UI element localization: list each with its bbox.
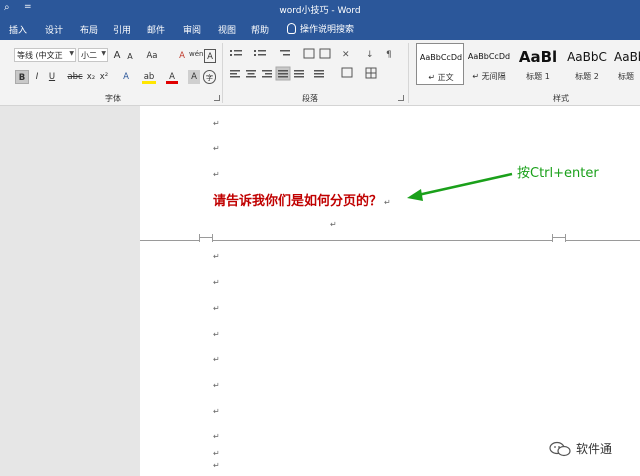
tab-references[interactable]: 引用 — [113, 23, 131, 36]
svg-text:↓: ↓ — [366, 50, 374, 60]
italic-button[interactable]: I — [31, 70, 43, 84]
text-effects-button[interactable]: A — [120, 70, 132, 84]
style-sample: AaBbCcDd — [467, 52, 511, 61]
style-sample: AaBl — [518, 48, 558, 66]
page-corner-mark — [552, 237, 566, 242]
group-divider — [222, 43, 223, 103]
watermark-text: 软件通 — [576, 442, 613, 456]
change-case-button[interactable]: Aa — [144, 49, 160, 63]
paragraph-mark: ↵ — [330, 220, 337, 229]
paragraph-mark: ↵ — [213, 432, 220, 441]
clear-format-button[interactable]: A — [176, 49, 188, 63]
paragraph-mark: ↵ — [213, 355, 220, 364]
tab-design[interactable]: 设计 — [45, 23, 63, 36]
style-title[interactable]: AaBb 标题 — [612, 43, 640, 85]
enclose-characters-button[interactable]: 字 — [203, 70, 216, 84]
font-size-value: 小二 — [81, 51, 97, 60]
font-name-value: 等线 (中文正 — [17, 51, 63, 60]
style-normal[interactable]: AaBbCcDd ↵ 正文 — [416, 43, 464, 85]
paragraph-mark: ↵ — [213, 304, 220, 313]
paragraph-mark: ↵ — [213, 170, 220, 179]
svg-text:✕: ✕ — [342, 50, 350, 60]
chevron-down-icon: ▼ — [69, 50, 74, 57]
tab-help[interactable]: 帮助 — [251, 23, 269, 36]
style-name: 标题 — [618, 72, 634, 81]
shrink-font-button[interactable]: A — [124, 50, 136, 64]
page-corner-mark — [199, 237, 213, 242]
paragraph-mark: ↵ — [213, 119, 220, 128]
watermark: 软件通 — [549, 440, 612, 457]
style-heading-2[interactable]: AaBbC 标题 2 — [563, 43, 611, 85]
chevron-down-icon: ▼ — [101, 50, 106, 57]
styles-gallery: AaBbCcDd ↵ 正文 AaBbCcDd ↵ 无间隔 AaBl 标题 1 A… — [412, 43, 640, 88]
font-size-combo[interactable]: 小二 ▼ — [78, 48, 108, 62]
tab-insert[interactable]: 插入 — [9, 23, 27, 36]
paragraph-mark: ↵ — [213, 252, 220, 261]
tell-me-search[interactable]: 操作说明搜索 — [287, 22, 354, 35]
paragraph-group-label: 段落 — [302, 94, 318, 103]
style-sample: AaBbC — [567, 50, 607, 64]
window-title: word小技巧 - Word — [279, 6, 361, 16]
font-dialog-launcher-icon[interactable] — [214, 95, 220, 101]
style-name: 标题 2 — [575, 72, 599, 81]
ribbon-tabs: 插入 设计 布局 引用 邮件 审阅 视图 帮助 操作说明搜索 — [0, 18, 640, 40]
font-name-combo[interactable]: 等线 (中文正 ▼ — [14, 48, 76, 62]
paragraph-dialog-launcher-icon[interactable] — [398, 95, 404, 101]
style-name: 标题 1 — [526, 72, 550, 81]
font-color-button[interactable]: A — [166, 70, 178, 84]
paragraph-mark: ↵ — [213, 144, 220, 153]
style-name: ↵ 无间隔 — [472, 72, 506, 81]
wechat-icon — [549, 441, 571, 456]
lightbulb-icon — [287, 23, 296, 34]
paragraph-mark: ↵ — [213, 381, 220, 390]
tab-mailings[interactable]: 邮件 — [147, 23, 165, 36]
style-sample: AaBbCcDd — [419, 53, 463, 62]
style-sample: AaBb — [614, 50, 640, 64]
grow-font-button[interactable]: A — [111, 49, 123, 63]
font-group-label: 字体 — [105, 94, 121, 103]
style-heading-1[interactable]: AaBl 标题 1 — [514, 43, 562, 85]
character-border-button[interactable]: A — [204, 49, 216, 63]
tab-layout[interactable]: 布局 — [80, 23, 98, 36]
style-name: ↵ 正文 — [428, 73, 454, 82]
paragraph-mark: ↵ — [213, 449, 220, 458]
svg-text:¶: ¶ — [386, 50, 392, 60]
tell-me-label: 操作说明搜索 — [300, 25, 355, 35]
phonetic-guide-button[interactable]: wén — [189, 47, 203, 61]
paragraph-mark: ↵ — [213, 330, 220, 339]
style-no-spacing[interactable]: AaBbCcDd ↵ 无间隔 — [465, 43, 513, 85]
paragraph-tools: ✕ ↓ ¶ — [230, 48, 392, 81]
paragraph-mark: ↵ — [384, 198, 391, 207]
strikethrough-button[interactable]: abc — [67, 70, 83, 84]
styles-group-label: 样式 — [553, 94, 569, 103]
highlight-button[interactable]: ab — [142, 70, 156, 84]
title-bar: ⌕ = word小技巧 - Word — [0, 0, 640, 18]
subscript-button[interactable]: x₂ — [85, 70, 97, 84]
character-shading-button[interactable]: A — [188, 70, 200, 84]
paragraph-mark: ↵ — [213, 407, 220, 416]
underline-button[interactable]: U — [46, 70, 58, 84]
question-text: 请告诉我你们是如何分页的？ — [213, 194, 383, 209]
document-text-question[interactable]: 请告诉我你们是如何分页的？ ↵ — [213, 190, 391, 209]
tab-review[interactable]: 审阅 — [183, 23, 201, 36]
group-divider — [408, 43, 409, 103]
annotation-text: 按Ctrl+enter — [517, 166, 599, 181]
paragraph-mark: ↵ — [213, 278, 220, 287]
bold-button[interactable]: B — [15, 70, 29, 84]
tab-view[interactable]: 视图 — [218, 23, 236, 36]
paragraph-mark: ↵ — [213, 461, 220, 470]
superscript-button[interactable]: x² — [98, 70, 110, 84]
